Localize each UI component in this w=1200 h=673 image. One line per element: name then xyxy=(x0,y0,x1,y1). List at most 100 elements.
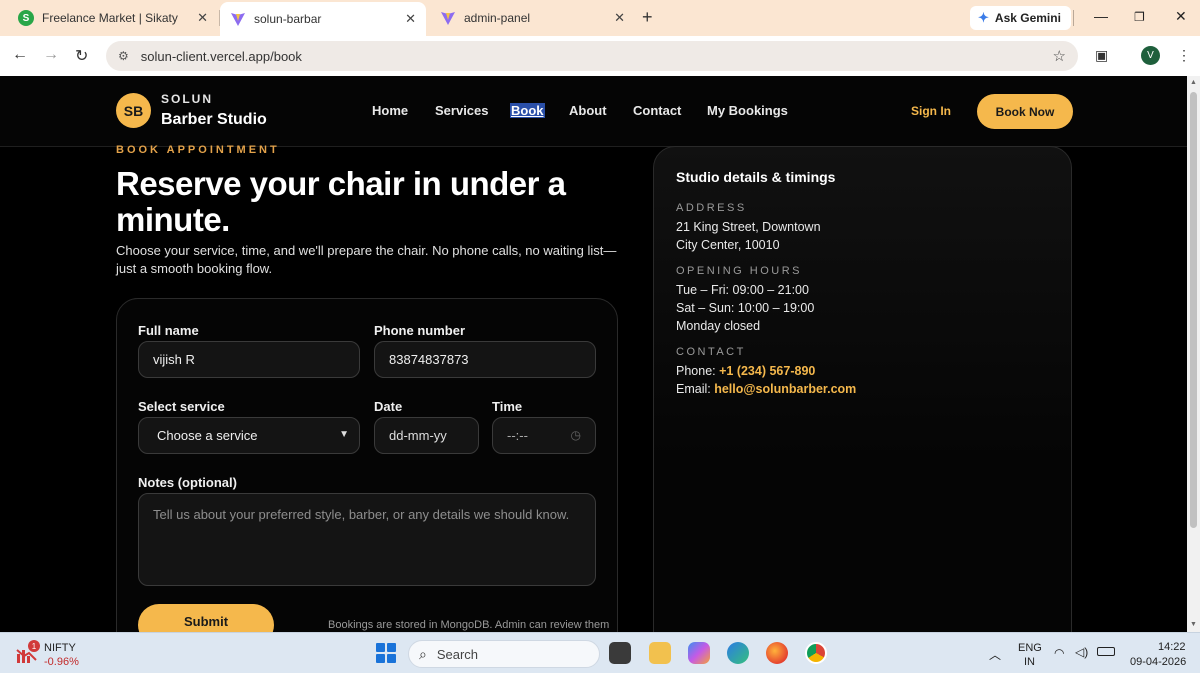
hours-label: OPENING HOURS xyxy=(676,265,803,277)
copilot-icon[interactable] xyxy=(688,642,710,664)
ticker-change: -0.96% xyxy=(44,656,79,668)
contact-email: Email: hello@solunbarber.com xyxy=(676,382,856,396)
site-info-icon[interactable]: ⚙ xyxy=(118,49,129,63)
time-input[interactable]: --:-- ◷ xyxy=(492,417,596,454)
wifi-icon[interactable]: ◠ xyxy=(1054,646,1064,660)
minimize-icon[interactable]: — xyxy=(1094,8,1108,24)
tab-freelance-market[interactable]: S Freelance Market | Sikaty ✕ xyxy=(8,4,218,32)
date-label: Date xyxy=(374,399,403,414)
intro-text: Choose your service, time, and we'll pre… xyxy=(116,243,617,276)
file-explorer-icon[interactable] xyxy=(649,642,671,664)
google-lens-icon[interactable]: ▣ xyxy=(1095,47,1108,64)
scroll-up-icon[interactable]: ▲ xyxy=(1190,79,1197,86)
task-view-icon[interactable] xyxy=(609,642,631,664)
clock-time[interactable]: 14:22 xyxy=(1158,641,1186,653)
nav-contact[interactable]: Contact xyxy=(633,103,681,118)
volume-icon[interactable]: ◁) xyxy=(1075,645,1088,659)
reload-icon[interactable]: ↻ xyxy=(75,46,88,66)
email-prefix: Email: xyxy=(676,382,715,396)
tab-title: Freelance Market | Sikaty xyxy=(42,11,178,25)
logo-subtitle[interactable]: Barber Studio xyxy=(161,111,267,129)
vite-favicon-icon xyxy=(440,10,456,26)
service-label: Select service xyxy=(138,399,225,414)
windows-start-icon[interactable] xyxy=(376,643,396,663)
show-hidden-icons-icon[interactable]: ︿ xyxy=(989,646,1001,663)
nav-services[interactable]: Services xyxy=(435,103,489,118)
web-page: SB SOLUN Barber Studio Home Services Boo… xyxy=(0,76,1187,632)
page-title: Reserve your chair in under a minute. xyxy=(116,165,566,238)
phone-prefix: Phone: xyxy=(676,364,720,378)
back-arrow-icon[interactable]: ← xyxy=(12,46,28,64)
service-select-value: Choose a service xyxy=(157,428,258,443)
bookmark-star-icon[interactable]: ☆ xyxy=(1053,47,1066,65)
chevron-down-icon: ▼ xyxy=(339,429,349,440)
page-scrollbar[interactable]: ▲ ▼ xyxy=(1187,76,1200,632)
time-placeholder: --:-- xyxy=(507,428,528,443)
new-tab-icon[interactable]: + xyxy=(642,7,653,28)
close-window-icon[interactable]: ✕ xyxy=(1175,8,1187,25)
close-tab-icon[interactable]: ✕ xyxy=(614,10,625,26)
notes-textarea[interactable]: Tell us about your preferred style, barb… xyxy=(138,493,596,586)
gemini-sparkle-icon: ✦ xyxy=(978,10,989,25)
scroll-down-icon[interactable]: ▼ xyxy=(1190,621,1197,628)
menu-kebab-icon[interactable]: ⋮ xyxy=(1177,47,1191,64)
sign-in-link[interactable]: Sign In xyxy=(911,104,951,118)
toolbar-separator xyxy=(1073,10,1074,26)
ticker-name[interactable]: NIFTY xyxy=(44,642,76,654)
booking-form: Full name vijish R Phone number 83874837… xyxy=(116,298,618,632)
address-field[interactable]: ⚙ solun-client.vercel.app/book ☆ xyxy=(106,41,1078,71)
details-title: Studio details & timings xyxy=(676,169,836,185)
tab-admin-panel[interactable]: admin-panel ✕ xyxy=(430,4,635,32)
logo-badge[interactable]: SB xyxy=(116,93,151,128)
nav-about[interactable]: About xyxy=(569,103,607,118)
close-tab-icon[interactable]: ✕ xyxy=(197,10,208,26)
taskbar-search[interactable]: ⌕ Search xyxy=(408,640,600,668)
date-input[interactable]: dd-mm-yy xyxy=(374,417,479,454)
address-label: ADDRESS xyxy=(676,202,747,214)
search-placeholder: Search xyxy=(436,646,479,662)
nav-book[interactable]: Book xyxy=(510,103,545,118)
phone-link[interactable]: +1 (234) 567-890 xyxy=(719,364,815,378)
phone-label: Phone number xyxy=(374,323,466,338)
contact-label: CONTACT xyxy=(676,346,746,358)
full-name-label: Full name xyxy=(138,323,199,338)
sikaty-favicon-icon: S xyxy=(18,10,34,26)
profile-avatar[interactable]: V xyxy=(1141,46,1160,65)
firefox-icon[interactable] xyxy=(766,642,788,664)
hours-line-2: Sat – Sun: 10:00 – 19:00 xyxy=(676,301,815,315)
windows-taskbar: 1 NIFTY -0.96% ⌕ Search ︿ ENG IN ◠ ◁) 14… xyxy=(0,632,1200,673)
storage-note: Bookings are stored in MongoDB. Admin ca… xyxy=(328,619,610,631)
service-select[interactable]: Choose a service ▼ xyxy=(138,417,360,454)
tab-title: solun-barbar xyxy=(254,12,322,26)
date-placeholder: dd-mm-yy xyxy=(389,428,447,443)
clock-icon: ◷ xyxy=(570,428,581,442)
hours-line-3: Monday closed xyxy=(676,319,761,333)
submit-button[interactable]: Submit xyxy=(138,604,274,632)
nav-my-bookings[interactable]: My Bookings xyxy=(707,103,788,118)
notes-placeholder: Tell us about your preferred style, barb… xyxy=(153,507,570,522)
ask-gemini-button[interactable]: ✦ Ask Gemini xyxy=(970,6,1071,30)
email-link[interactable]: hello@solunbarber.com xyxy=(714,382,856,396)
tab-solun-barbar[interactable]: solun-barbar ✕ xyxy=(220,2,426,36)
hours-line-1: Tue – Fri: 09:00 – 21:00 xyxy=(676,283,809,297)
site-header: SB SOLUN Barber Studio Home Services Boo… xyxy=(0,76,1187,147)
browser-tab-strip: S Freelance Market | Sikaty ✕ solun-barb… xyxy=(0,0,1200,36)
language-code[interactable]: ENG xyxy=(1018,642,1042,654)
restore-icon[interactable]: ❐ xyxy=(1134,10,1145,24)
section-eyebrow: BOOK APPOINTMENT xyxy=(116,144,280,156)
phone-input[interactable]: 83874837873 xyxy=(374,341,596,378)
language-region: IN xyxy=(1024,656,1035,668)
time-label: Time xyxy=(492,399,523,414)
battery-icon[interactable] xyxy=(1097,647,1115,656)
clock-date[interactable]: 09-04-2026 xyxy=(1130,656,1186,668)
logo-name[interactable]: SOLUN xyxy=(161,92,213,106)
full-name-input[interactable]: vijish R xyxy=(138,341,360,378)
ask-gemini-label: Ask Gemini xyxy=(994,11,1061,25)
forward-arrow-icon[interactable]: → xyxy=(43,46,59,64)
scrollbar-thumb[interactable] xyxy=(1190,92,1197,528)
close-tab-icon[interactable]: ✕ xyxy=(405,11,416,27)
nav-home[interactable]: Home xyxy=(372,103,408,118)
edge-icon[interactable] xyxy=(727,642,749,664)
book-now-button[interactable]: Book Now xyxy=(977,94,1073,129)
chrome-icon[interactable] xyxy=(805,642,827,664)
